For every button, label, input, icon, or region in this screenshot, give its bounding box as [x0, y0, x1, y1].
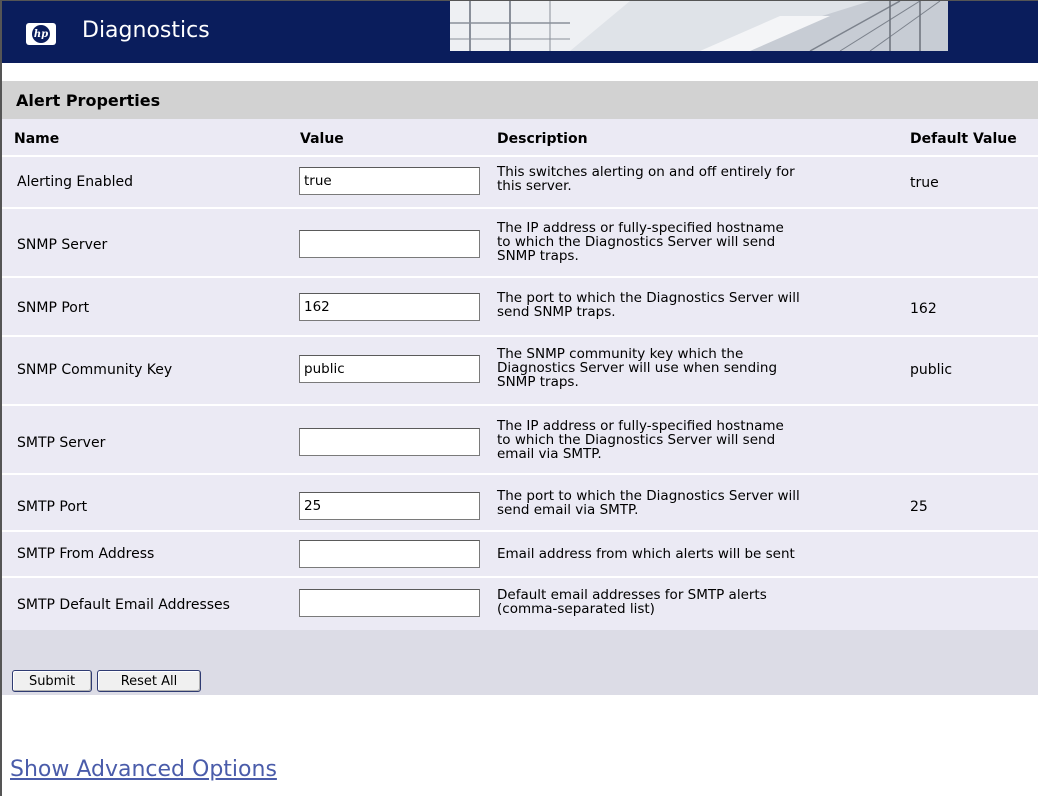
- submit-button[interactable]: Submit: [12, 670, 92, 692]
- property-description: The IP address or fully-specified hostna…: [497, 418, 784, 462]
- app-header: hp Diagnostics: [2, 1, 1038, 63]
- column-header-value: Value: [300, 131, 344, 147]
- row-divider: [2, 473, 1038, 475]
- row-divider: [2, 576, 1038, 578]
- property-name: SMTP Port: [17, 499, 88, 515]
- section-title: Alert Properties: [16, 91, 161, 110]
- row-divider: [2, 207, 1038, 209]
- property-default: 162: [910, 301, 937, 317]
- property-default: 25: [910, 499, 928, 515]
- property-description: Email address from which alerts will be …: [497, 546, 795, 562]
- property-name: Alerting Enabled: [17, 174, 133, 190]
- smtp-default-email-addresses-input[interactable]: [299, 589, 480, 617]
- property-description: Default email addresses for SMTP alerts(…: [497, 587, 767, 617]
- property-description: The IP address or fully-specified hostna…: [497, 220, 784, 264]
- row-divider: [2, 404, 1038, 406]
- section-header: Alert Properties: [2, 81, 1038, 119]
- property-description: The port to which the Diagnostics Server…: [497, 488, 800, 518]
- row-divider: [2, 530, 1038, 532]
- snmp-community-key-input[interactable]: [299, 355, 480, 383]
- row-divider: [2, 335, 1038, 337]
- hp-logo-icon: hp: [26, 23, 56, 45]
- reset-all-button[interactable]: Reset All: [97, 670, 201, 692]
- property-default: public: [910, 362, 953, 378]
- column-header-description: Description: [497, 131, 588, 147]
- property-name: SNMP Port: [17, 300, 90, 316]
- show-advanced-options-link[interactable]: Show Advanced Options: [10, 757, 277, 782]
- app-title: Diagnostics: [82, 18, 210, 43]
- row-divider: [2, 155, 1038, 157]
- property-default: true: [910, 175, 939, 191]
- property-name: SNMP Server: [17, 237, 108, 253]
- column-header-default: Default Value: [910, 131, 1017, 147]
- hp-logo-mark: hp: [32, 25, 50, 43]
- property-description: This switches alerting on and off entire…: [497, 164, 795, 194]
- smtp-from-address-input[interactable]: [299, 540, 480, 568]
- property-description: The SNMP community key which the Diagnost…: [497, 346, 778, 390]
- property-name: SMTP Server: [17, 435, 106, 451]
- snmp-server-input[interactable]: [299, 230, 480, 258]
- banner-image: [450, 1, 960, 51]
- column-header-name: Name: [14, 131, 60, 147]
- alerting-enabled-input[interactable]: [299, 167, 480, 195]
- smtp-server-input[interactable]: [299, 428, 480, 456]
- snmp-port-input[interactable]: [299, 293, 480, 321]
- smtp-port-input[interactable]: [299, 492, 480, 520]
- property-description: The port to which the Diagnostics Server…: [497, 290, 800, 320]
- property-name: SMTP Default Email Addresses: [17, 597, 230, 613]
- row-divider: [2, 276, 1038, 278]
- property-name: SNMP Community Key: [17, 362, 173, 378]
- property-name: SMTP From Address: [17, 546, 155, 562]
